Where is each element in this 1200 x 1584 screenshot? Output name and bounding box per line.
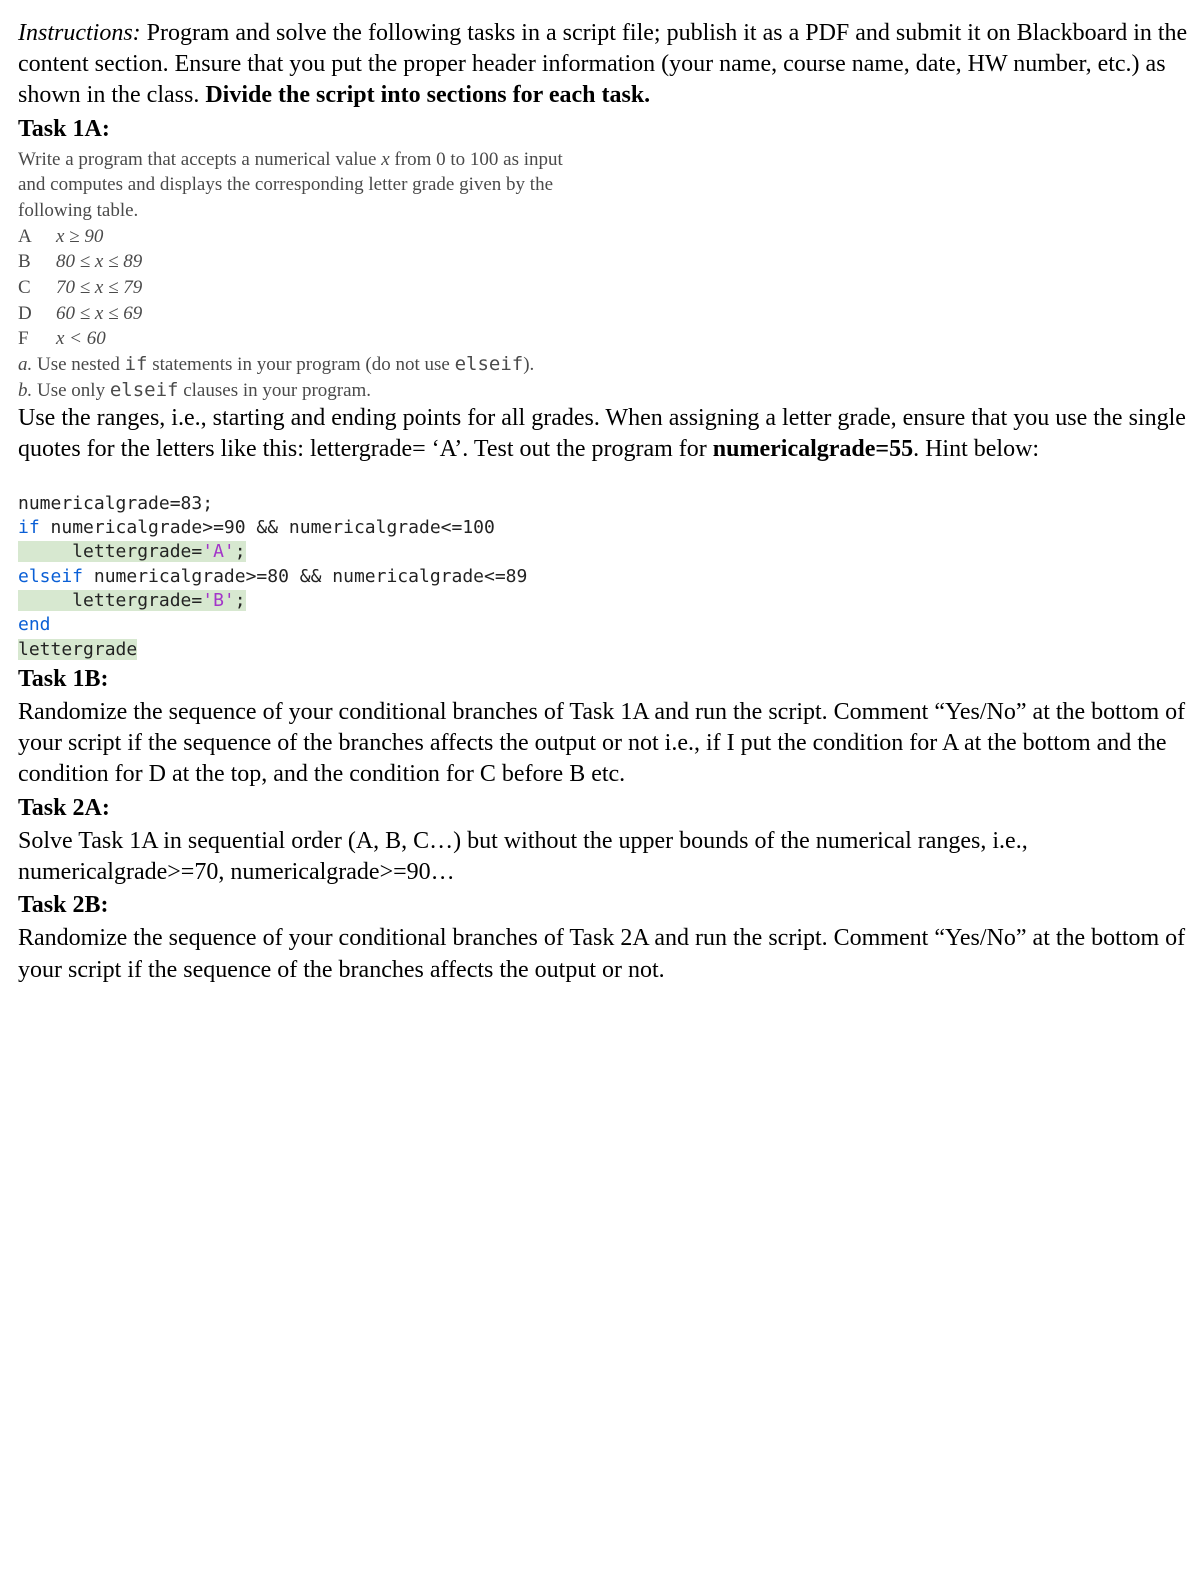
code-hint: numericalgrade=83; if numericalgrade>=90… bbox=[18, 468, 1188, 662]
instructions-paragraph: Instructions: Program and solve the foll… bbox=[18, 18, 1188, 112]
task-1a-intro-4: following table. bbox=[18, 198, 1188, 224]
instructions-label: Instructions: bbox=[18, 20, 141, 46]
code-str-b: 'B' bbox=[202, 590, 235, 611]
task-1a-var: x bbox=[381, 149, 389, 170]
task-1a-para: Use the ranges, i.e., starting and endin… bbox=[18, 403, 1188, 465]
task-2a-title: Task 2A: bbox=[18, 793, 1188, 824]
task-2a-body: Solve Task 1A in sequential order (A, B,… bbox=[18, 826, 1188, 888]
code-line-4b: numericalgrade>=80 && numericalgrade<=89 bbox=[83, 566, 527, 587]
instructions-bold: Divide the script into sections for each… bbox=[205, 82, 650, 108]
sub-b-text-2: clauses in your program. bbox=[178, 380, 371, 401]
grade-cond: x ≥ 90 bbox=[56, 224, 103, 250]
code-kw-if: if bbox=[18, 517, 40, 538]
grade-letter: F bbox=[18, 326, 38, 352]
code-line-5c: ; bbox=[235, 590, 246, 611]
sub-a-text-1: Use nested bbox=[37, 354, 125, 375]
task-1a-sub-a: a. Use nested if statements in your prog… bbox=[18, 352, 1188, 378]
grade-row-a: A x ≥ 90 bbox=[18, 224, 1188, 250]
task-1b-title: Task 1B: bbox=[18, 664, 1188, 695]
code-line-5a: lettergrade= bbox=[18, 590, 202, 611]
sub-a-text-3: ). bbox=[523, 354, 534, 375]
sub-a-label: a. bbox=[18, 354, 32, 375]
grade-letter: A bbox=[18, 224, 38, 250]
code-line-2b: numericalgrade>=90 && numericalgrade<=10… bbox=[40, 517, 495, 538]
task-2b-title: Task 2B: bbox=[18, 890, 1188, 921]
task-1a-sub-b: b. Use only elseif clauses in your progr… bbox=[18, 378, 1188, 404]
task-1a-para-bold: numericalgrade=55 bbox=[713, 436, 913, 462]
grade-row-d: D 60 ≤ x ≤ 69 bbox=[18, 301, 1188, 327]
code-line-3c: ; bbox=[235, 541, 246, 562]
task-1a-para-2: . Hint below: bbox=[913, 436, 1039, 462]
grade-letter: C bbox=[18, 275, 38, 301]
code-kw-elseif: elseif bbox=[18, 566, 83, 587]
grade-row-b: B 80 ≤ x ≤ 89 bbox=[18, 249, 1188, 275]
sub-b-text-1: Use only bbox=[37, 380, 110, 401]
code-line-7: lettergrade bbox=[18, 639, 137, 660]
sub-a-text-2: statements in your program (do not use bbox=[147, 354, 454, 375]
code-line-1: numericalgrade=83; bbox=[18, 493, 213, 514]
task-1a-intro-2: from 0 to 100 as input bbox=[390, 149, 563, 170]
sub-a-code-1: if bbox=[125, 353, 148, 375]
grade-letter: D bbox=[18, 301, 38, 327]
code-kw-end: end bbox=[18, 614, 51, 635]
grade-row-c: C 70 ≤ x ≤ 79 bbox=[18, 275, 1188, 301]
grade-cond: 80 ≤ x ≤ 89 bbox=[56, 249, 142, 275]
task-1a-prompt: Write a program that accepts a numerical… bbox=[18, 147, 1188, 403]
task-1a-title: Task 1A: bbox=[18, 114, 1188, 145]
grade-cond: x < 60 bbox=[56, 326, 106, 352]
code-line-3a: lettergrade= bbox=[18, 541, 202, 562]
task-1a-intro-1: Write a program that accepts a numerical… bbox=[18, 149, 381, 170]
code-str-a: 'A' bbox=[202, 541, 235, 562]
sub-a-code-2: elseif bbox=[455, 353, 524, 375]
grade-cond: 70 ≤ x ≤ 79 bbox=[56, 275, 142, 301]
sub-b-code: elseif bbox=[110, 379, 179, 401]
task-1b-body: Randomize the sequence of your condition… bbox=[18, 697, 1188, 791]
task-2b-body: Randomize the sequence of your condition… bbox=[18, 923, 1188, 985]
task-1a-intro-3: and computes and displays the correspond… bbox=[18, 172, 1188, 198]
sub-b-label: b. bbox=[18, 380, 32, 401]
grade-letter: B bbox=[18, 249, 38, 275]
grade-row-f: F x < 60 bbox=[18, 326, 1188, 352]
grade-cond: 60 ≤ x ≤ 69 bbox=[56, 301, 142, 327]
